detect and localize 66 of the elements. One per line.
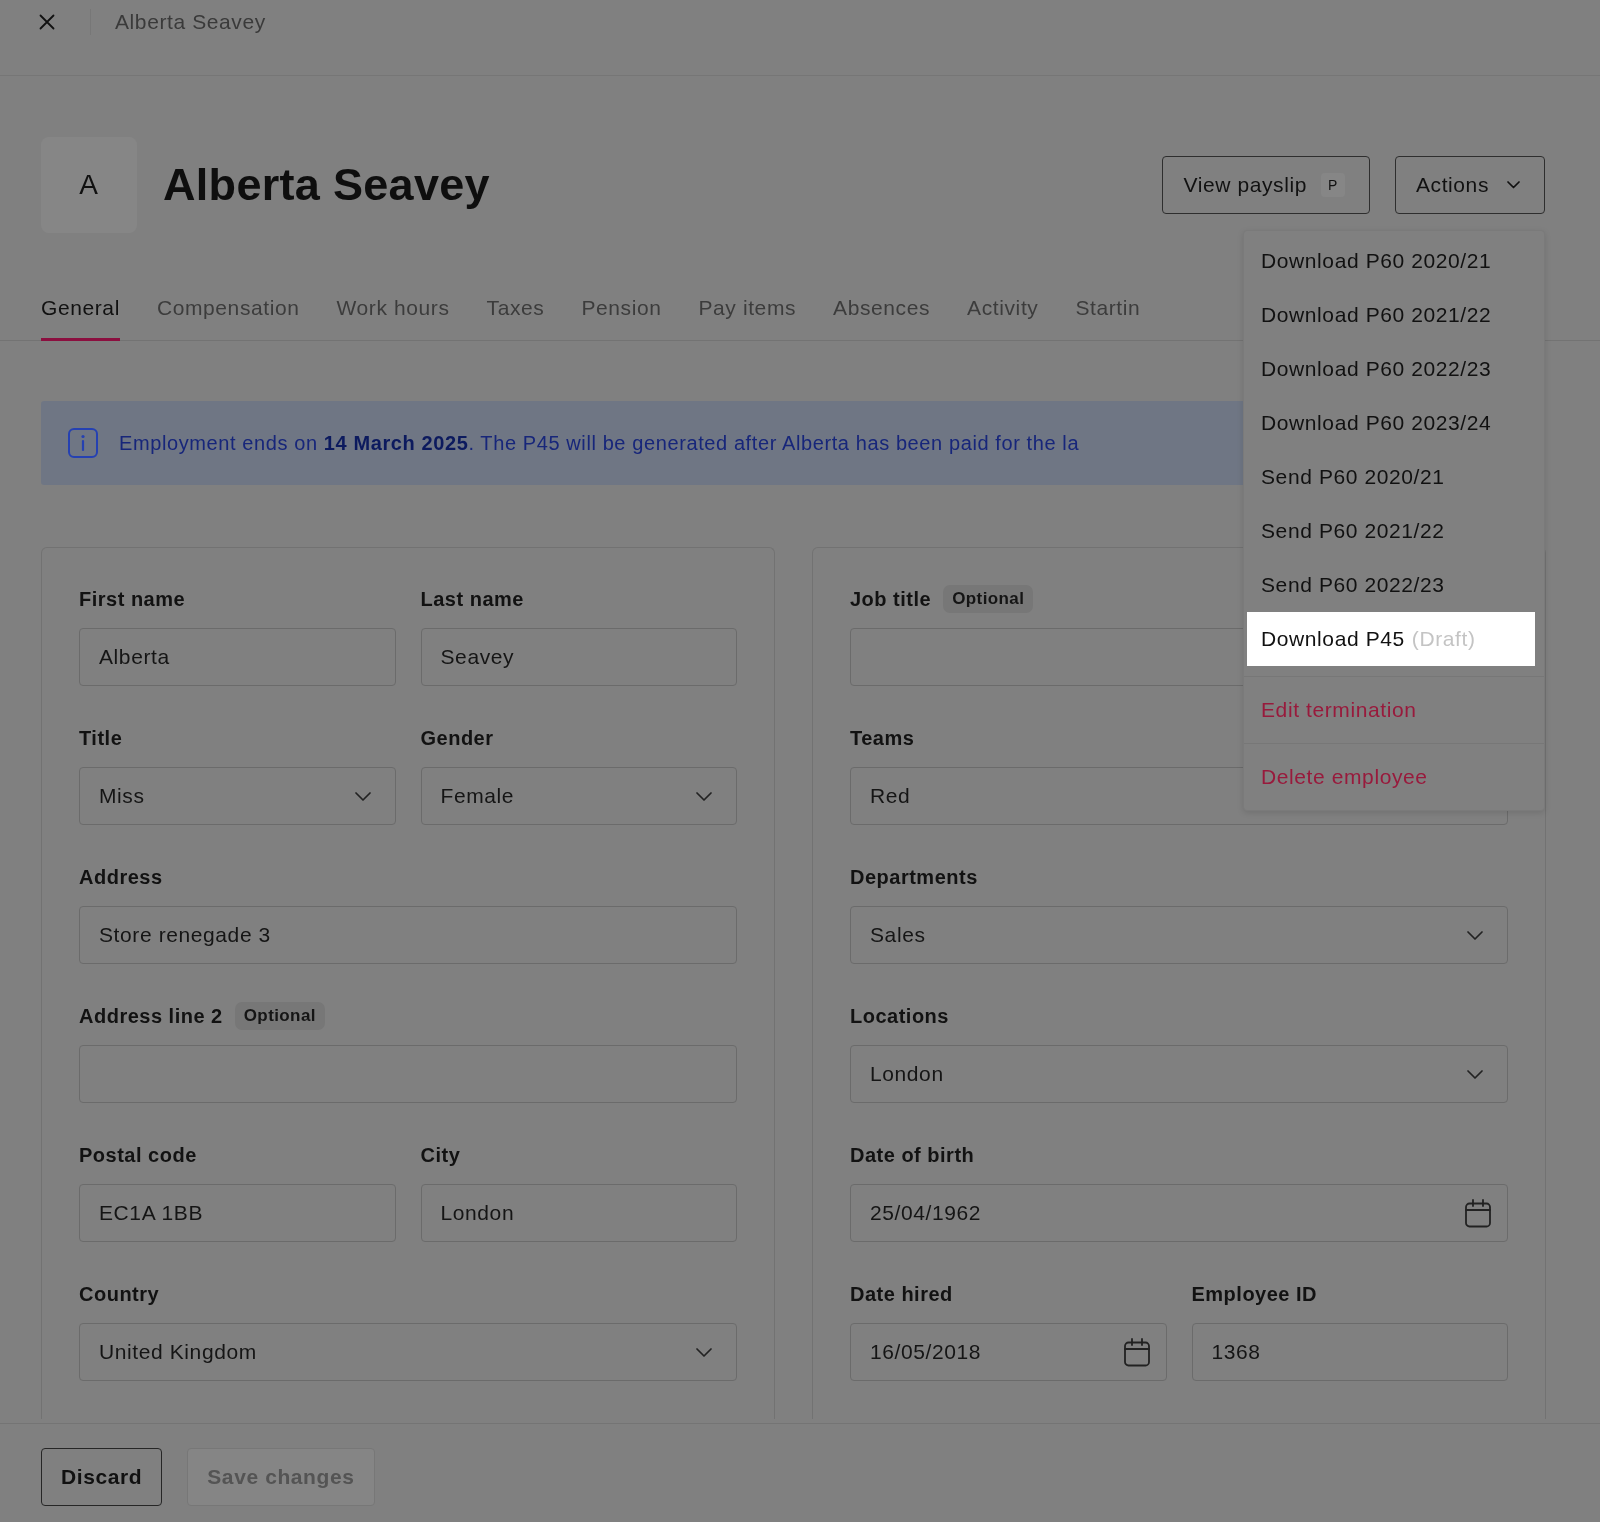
calendar-icon <box>1464 1198 1492 1228</box>
field-label: Postal code <box>79 1143 197 1167</box>
text-field[interactable]: Seavey <box>420 628 737 686</box>
header-button[interactable]: Actions <box>1394 156 1545 214</box>
field-label: Locations <box>850 1004 949 1028</box>
tab[interactable]: Startin <box>1075 286 1141 341</box>
tab[interactable]: General <box>41 286 120 341</box>
chevron-down-icon <box>696 791 712 801</box>
dropdown-field[interactable]: Female <box>420 767 737 825</box>
tab[interactable]: Absences <box>833 286 931 341</box>
shortcut-key: P <box>1320 173 1345 197</box>
header-button[interactable]: View payslip P <box>1162 156 1370 214</box>
date-field[interactable]: 16/05/2018 <box>850 1323 1167 1381</box>
calendar-icon <box>1122 1337 1151 1367</box>
field-label: Country <box>79 1282 160 1306</box>
text-field[interactable]: 1368 <box>1191 1323 1508 1381</box>
tab[interactable]: Work hours <box>336 286 450 341</box>
field-label: Date of birth <box>850 1143 975 1167</box>
chevron-down-icon <box>696 1347 712 1357</box>
info-icon <box>68 428 98 458</box>
menu-item[interactable]: Send P60 2021/22 <box>1247 504 1535 558</box>
dropdown-field[interactable]: Miss <box>79 767 396 825</box>
footer-button[interactable]: Discard <box>41 1448 163 1506</box>
dropdown-field[interactable]: London <box>850 1045 1508 1103</box>
menu-item[interactable]: Download P60 2023/24 <box>1247 396 1535 450</box>
field-label: First name <box>79 587 186 611</box>
tab[interactable]: Pay items <box>698 286 797 341</box>
field-label: Address line 2 <box>79 1004 223 1028</box>
tab[interactable]: Taxes <box>486 286 545 341</box>
menu-item[interactable]: Download P60 2020/21 <box>1247 234 1535 288</box>
page-title: Alberta Seavey <box>115 10 266 34</box>
tab[interactable]: Pension <box>581 286 662 341</box>
employee-name: Alberta Seavey <box>163 159 490 211</box>
menu-item[interactable]: Send P60 2020/21 <box>1247 450 1535 504</box>
text-field[interactable]: London <box>420 1184 737 1242</box>
text-field[interactable]: Alberta <box>79 628 396 686</box>
avatar: A <box>41 137 137 233</box>
tab[interactable]: Compensation <box>156 286 300 341</box>
menu-item[interactable]: Download P60 2022/23 <box>1247 342 1535 396</box>
field-label: Date hired <box>850 1282 953 1306</box>
close-icon[interactable] <box>39 14 55 30</box>
menu-item[interactable]: Download P60 2021/22 <box>1247 288 1535 342</box>
tab[interactable]: Activity <box>967 286 1039 341</box>
chevron-down-icon <box>1467 930 1483 940</box>
field-label: Title <box>79 726 123 750</box>
field-label: Teams <box>850 726 915 750</box>
optional-tag: Optional <box>234 1002 325 1030</box>
chevron-down-icon <box>1507 181 1520 189</box>
chevron-down-icon <box>1467 1069 1483 1079</box>
field-label: Job title <box>850 587 932 611</box>
date-field[interactable]: 25/04/1962 <box>850 1184 1508 1242</box>
menu-item[interactable]: Send P60 2022/23 <box>1247 558 1535 612</box>
dropdown-field[interactable]: United Kingdom <box>79 1323 737 1381</box>
text-field[interactable]: Store renegade 3 <box>79 906 737 964</box>
optional-tag: Optional <box>943 585 1034 613</box>
banner-text: Employment ends on 14 March 2025. The P45 will be generated after Alberta has been paid for the la <box>119 431 1080 455</box>
dropdown-field[interactable]: Sales <box>850 906 1508 964</box>
text-field[interactable]: EC1A 1BB <box>79 1184 396 1242</box>
menu-item[interactable]: Download P45 (Draft) <box>1247 612 1535 666</box>
field-label: Address <box>79 865 163 889</box>
chevron-down-icon <box>354 791 371 801</box>
field-label: Employee ID <box>1191 1282 1318 1306</box>
field-label: Departments <box>850 865 978 889</box>
field-label: Gender <box>420 726 494 750</box>
field-label: City <box>420 1143 461 1167</box>
field-label: Last name <box>420 587 524 611</box>
